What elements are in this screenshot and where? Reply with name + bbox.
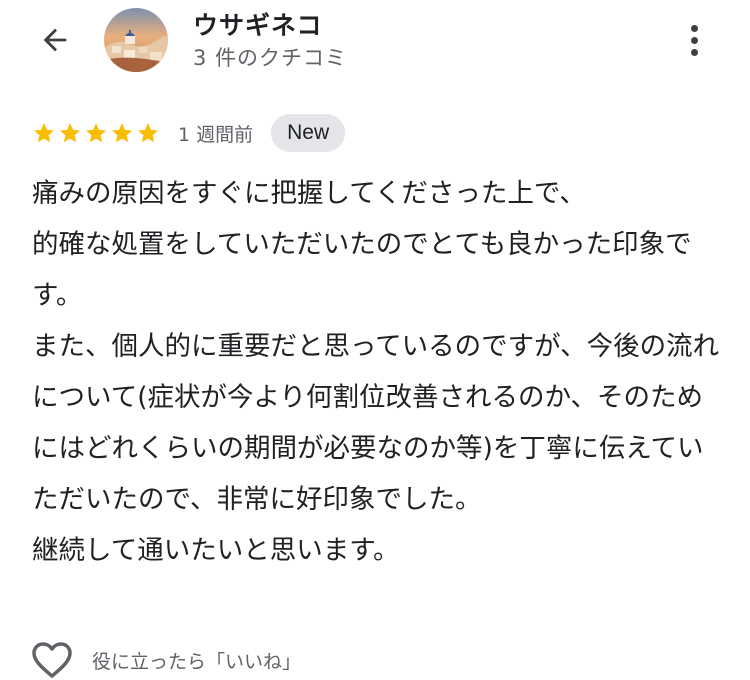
like-label: 役に立ったら「いいね」	[92, 650, 302, 673]
rating-row: 1 週間前 New	[32, 114, 346, 152]
star-icon	[112, 123, 132, 143]
star-icon	[34, 123, 54, 143]
like-button[interactable]: 役に立ったら「いいね」	[30, 640, 301, 680]
avatar[interactable]	[104, 8, 168, 72]
heart-outline-icon	[32, 642, 72, 678]
star-icon	[60, 123, 80, 143]
star-icon	[86, 123, 106, 143]
user-name[interactable]: ウサギネコ	[193, 6, 323, 42]
more-vert-icon	[690, 24, 698, 32]
arrow-back-icon	[43, 28, 67, 52]
review-count[interactable]: 3 件のクチコミ	[193, 42, 347, 72]
star-rating	[32, 121, 160, 145]
new-badge: New	[271, 114, 346, 152]
back-button[interactable]	[30, 18, 80, 62]
more-options-button[interactable]	[675, 18, 713, 62]
review-time: 1 週間前	[178, 123, 254, 146]
star-icon	[138, 123, 158, 143]
review-text: 痛みの原因をすぐに把握してくださった上で、 的確な処置をしていただいたのでとても…	[32, 178, 720, 566]
review-header: ウサギネコ 3 件のクチコミ	[0, 0, 750, 90]
